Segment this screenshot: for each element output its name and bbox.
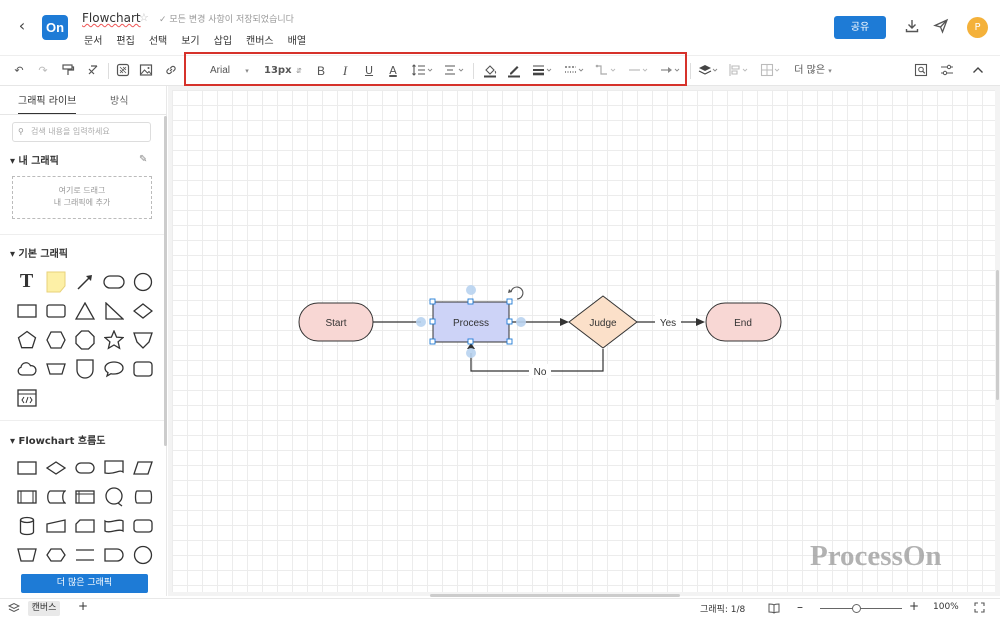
judge-node-label: Judge — [589, 318, 617, 329]
fullscreen-icon[interactable] — [974, 602, 985, 616]
zoom-in-icon[interactable]: + — [909, 599, 919, 613]
book-icon[interactable] — [768, 602, 780, 617]
zoom-slider[interactable] — [820, 608, 902, 609]
rotate-handle-icon[interactable] — [510, 286, 524, 300]
layers-stack-icon[interactable] — [7, 602, 21, 617]
add-page-icon[interactable]: + — [78, 599, 88, 613]
process-node-label: Process — [453, 318, 489, 329]
yes-label: Yes — [660, 318, 676, 329]
zoom-out-icon[interactable]: – — [797, 600, 803, 614]
diagram: Yes No Start Process Judge End — [298, 285, 782, 378]
status-bar: 캔버스 + 그래픽: 1/8 – + 100% — [0, 598, 1000, 617]
arrowhead — [696, 318, 705, 326]
end-node-label: End — [734, 318, 752, 329]
watermark: ProcessOn — [810, 540, 942, 572]
zoom-level: 100% — [933, 602, 959, 612]
graphics-count: 그래픽: 1/8 — [700, 605, 746, 615]
no-label: No — [534, 367, 547, 378]
start-node-label: Start — [325, 318, 346, 329]
page-tab[interactable]: 캔버스 — [28, 601, 60, 616]
arrowhead — [560, 318, 569, 326]
canvas-vertical-scrollbar[interactable] — [996, 270, 999, 400]
canvas-horizontal-scrollbar[interactable] — [430, 594, 680, 597]
zoom-slider-handle[interactable] — [852, 604, 861, 613]
